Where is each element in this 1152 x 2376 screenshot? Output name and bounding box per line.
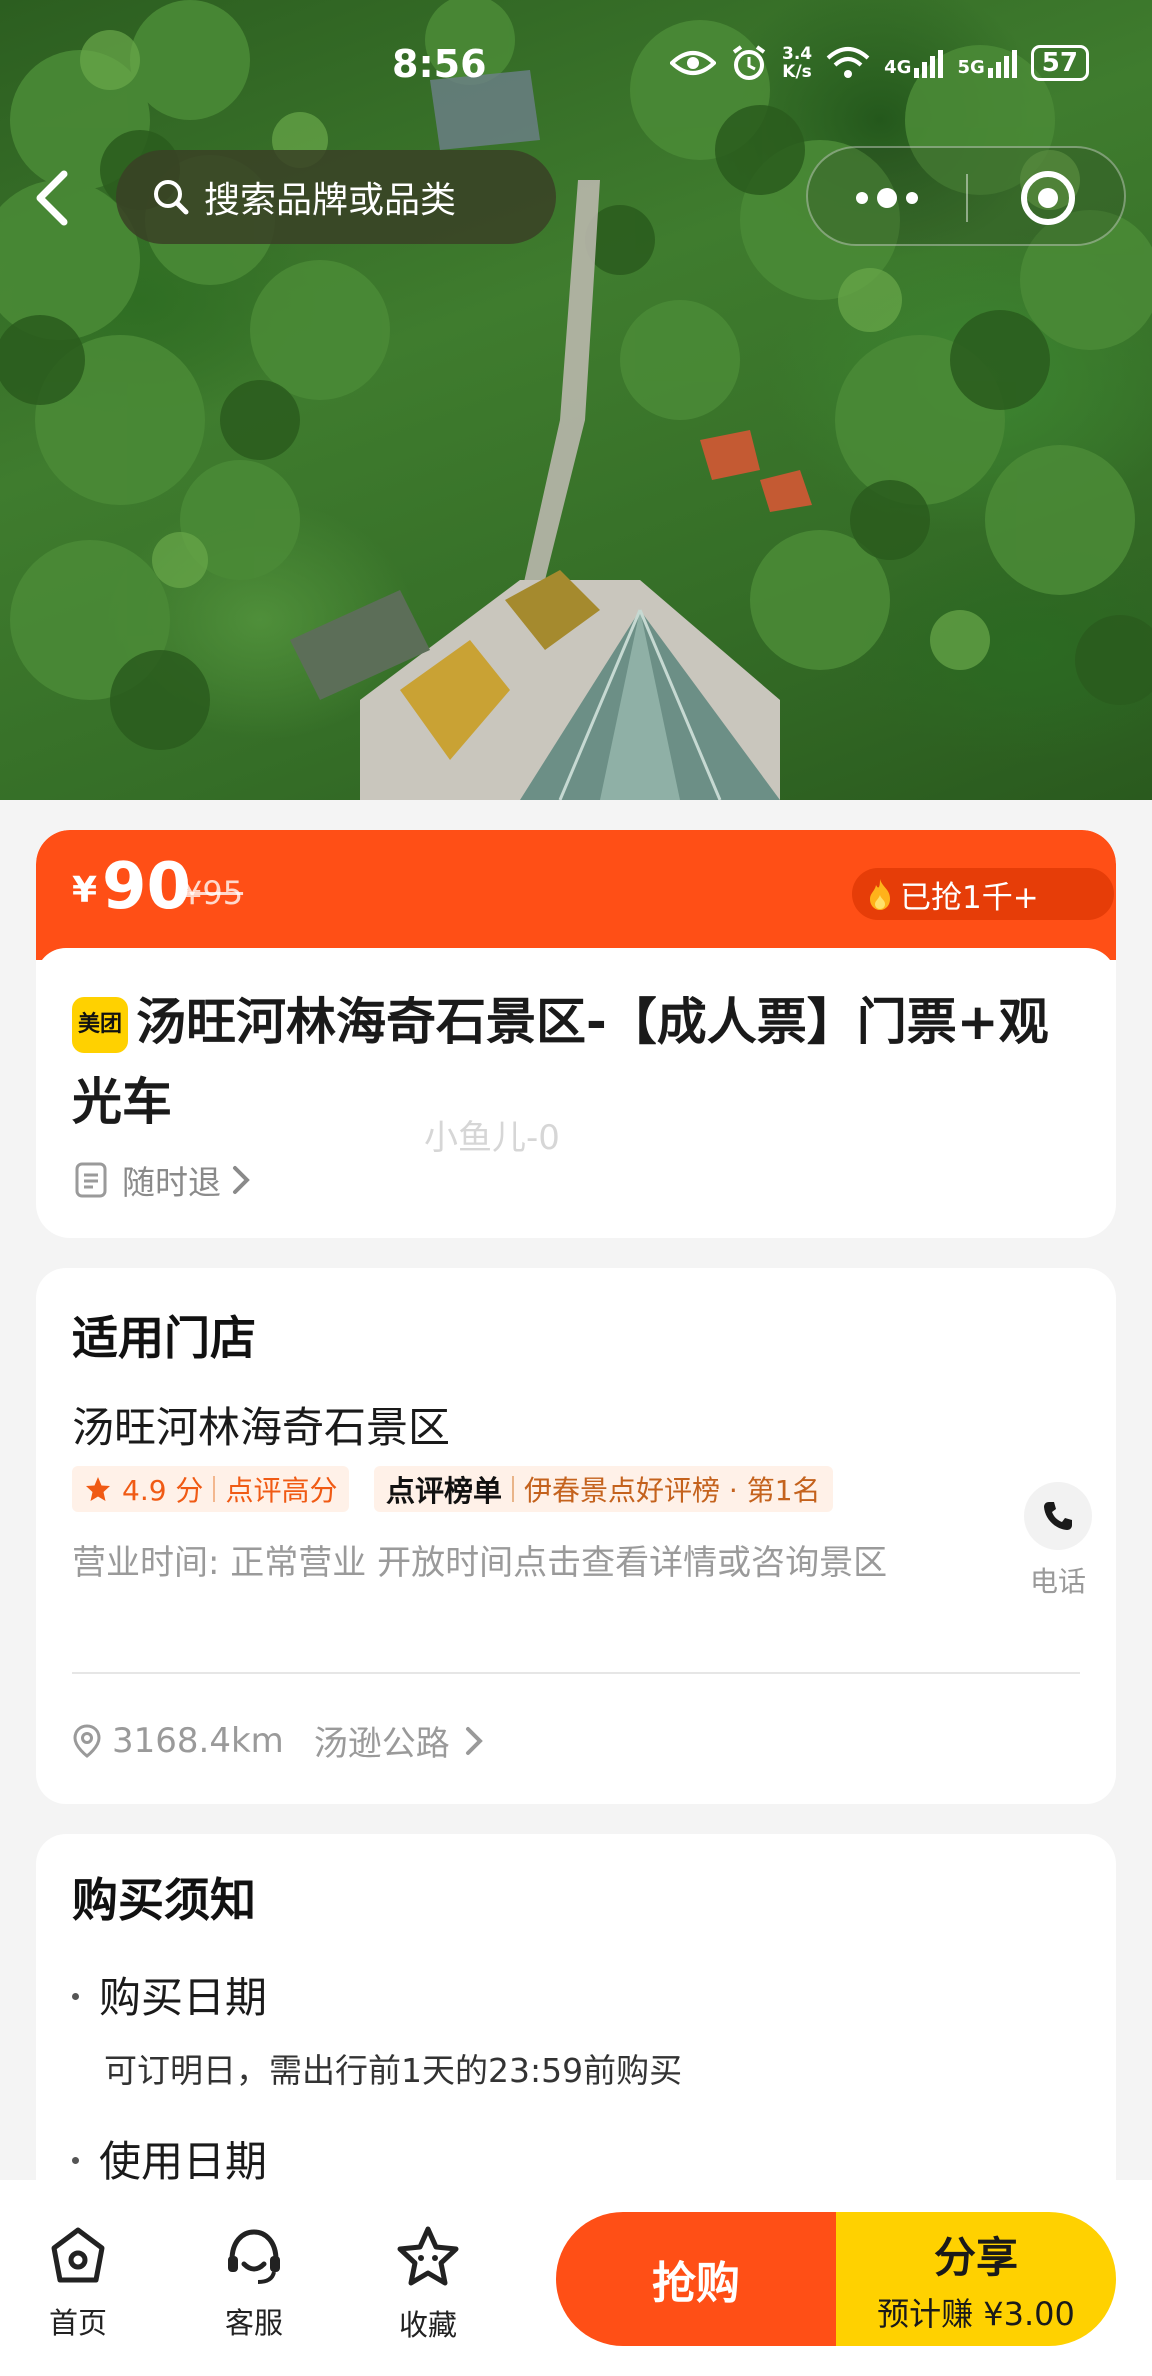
nav-favorite-label: 收藏 [398, 2308, 457, 2342]
net-speed-unit: K/s [782, 62, 812, 82]
product-title: 汤旺河林海奇石景区-【成人票】门票+观光车 [72, 993, 1049, 1131]
refund-policy-text: 随时退 [122, 1163, 221, 1202]
battery-indicator: 57 [1030, 45, 1089, 81]
notice-desc: 可订明日，需出行前1天的23:59前购买 [104, 2051, 683, 2090]
bullet [72, 2157, 79, 2164]
share-button[interactable]: 分享 预计赚 ¥3.00 [836, 2212, 1116, 2346]
sold-count-text: 已抢1千+ [900, 879, 1039, 916]
scenic-aerial-illustration [0, 0, 1152, 800]
address-row[interactable]: 3168.4km 汤逊公路 [72, 1716, 486, 1765]
headset-icon [228, 2229, 280, 2284]
rating-tag: 点评高分 [225, 1474, 338, 1507]
eye-icon [670, 51, 716, 75]
search-icon [154, 180, 189, 215]
distance: 3168.4km [112, 1720, 284, 1761]
fire-icon [870, 879, 890, 910]
rating-chip: 4.9 分 点评高分 [72, 1466, 350, 1512]
status-icons: 3.4 K/s 4G 5G 57 [670, 44, 1089, 82]
nav-favorite[interactable]: 收藏 [378, 2224, 478, 2344]
signal-4g-label: 4G [884, 57, 912, 78]
capsule-divider [966, 174, 968, 222]
notice-label: 使用日期 [99, 2137, 268, 2186]
net-speed-value: 3.4 [782, 44, 813, 64]
buy-now-button[interactable]: 抢购 [556, 2212, 836, 2346]
rating-score: 4.9 分 [122, 1474, 204, 1507]
star-favorite-icon [397, 2226, 459, 2286]
user-watermark: 小鱼儿-0 [424, 1118, 560, 1158]
phone-button[interactable]: 电话 [1010, 1482, 1106, 1600]
original-price: ¥95 [182, 874, 244, 912]
signal-5g-icon: 5G [957, 48, 1017, 78]
signal-5g-label: 5G [957, 57, 985, 78]
store-name[interactable]: 汤旺河林海奇石景区 [72, 1394, 450, 1455]
chevron-left-icon [36, 170, 68, 226]
notice-section-title: 购买须知 [72, 1873, 256, 1927]
search-placeholder: 搜索品牌或品类 [204, 180, 457, 221]
product-title-block: 美团 汤旺河林海奇石景区-【成人票】门票+观光车 [72, 982, 1092, 1142]
ranking-chip[interactable]: 点评榜单 伊春景点好评榜 · 第1名 [374, 1466, 833, 1512]
more-dots-icon[interactable] [854, 186, 920, 210]
chevron-right-icon [233, 1166, 250, 1194]
refund-policy-link[interactable]: 随时退 [74, 1156, 253, 1204]
phone-icon-circle [1024, 1482, 1092, 1550]
signal-4g-icon: 4G [884, 48, 944, 78]
nav-home-label: 首页 [48, 2306, 107, 2340]
notice-item-purchase-date: 购买日期 [72, 1964, 267, 2025]
phone-icon [1044, 1502, 1072, 1530]
address: 汤逊公路 [313, 1724, 450, 1764]
home-icon [51, 2227, 105, 2283]
rating-separator [213, 1476, 216, 1502]
wifi-icon [826, 47, 870, 78]
share-label: 分享 [933, 2232, 1018, 2282]
share-earn-label: 预计赚 ¥3.00 [877, 2294, 1075, 2333]
ranking-separator [512, 1476, 515, 1502]
location-pin-icon [73, 1723, 101, 1758]
store-section-title: 适用门店 [72, 1311, 256, 1365]
business-hours[interactable]: 营业时间: 正常营业 开放时间点击查看详情或咨询景区 [72, 1540, 952, 1586]
ranking-text: 伊春景点好评榜 · 第1名 [524, 1474, 821, 1507]
hero-aerial-photo[interactable] [0, 0, 1152, 800]
mini-program-capsule [806, 146, 1126, 246]
back-button[interactable] [28, 166, 76, 230]
meituan-badge: 美团 [72, 997, 128, 1053]
alarm-icon [732, 45, 766, 80]
nav-customer-service[interactable]: 客服 [204, 2224, 304, 2342]
net-speed: 3.4 K/s [782, 45, 812, 81]
current-price: 90 [102, 850, 192, 924]
search-bar[interactable]: 搜索品牌或品类 [116, 150, 556, 244]
price-currency: ¥ [72, 870, 98, 911]
store-divider [72, 1672, 1080, 1674]
ranking-brand: 点评榜单 [386, 1474, 503, 1508]
nav-service-label: 客服 [224, 2306, 283, 2340]
chevron-right-icon [465, 1726, 483, 1755]
sold-count-badge: 已抢1千+ [852, 868, 1114, 920]
phone-label: 电话 [1029, 1565, 1086, 1598]
bullet [72, 1993, 79, 2000]
notice-label: 购买日期 [99, 1973, 268, 2022]
close-target-icon[interactable] [1018, 168, 1078, 228]
status-time: 8:56 [392, 42, 487, 86]
document-icon [75, 1162, 107, 1198]
star-icon [86, 1477, 110, 1501]
price-card: ¥ 90 ¥95 已抢1千+ 美团 汤旺河林海奇石景区-【成人票】门票+观光车 随… [36, 830, 1116, 1238]
store-card: 适用门店 汤旺河林海奇石景区 4.9 分 点评高分 点评榜单 伊春景点好评榜 ·… [36, 1268, 1116, 1804]
bottom-action-bar: 首页 客服 收藏 抢购 分享 预计赚 ¥3.00 [0, 2180, 1152, 2376]
nav-home[interactable]: 首页 [28, 2224, 128, 2342]
product-detail-page: 8:56 3.4 K/s 4G 5G 57 搜索品牌或品类 ¥ 90 ¥95 已… [0, 0, 1152, 2376]
